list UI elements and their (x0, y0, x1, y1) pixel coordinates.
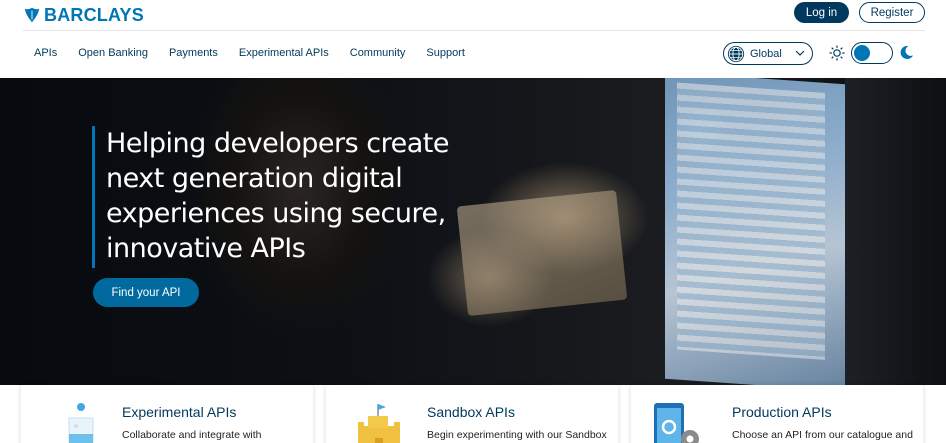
toggle-knob (854, 45, 870, 61)
hero-photo-background (845, 78, 946, 385)
sandcastle-icon (358, 404, 400, 443)
hero-title: Helping developers create next generatio… (106, 128, 449, 264)
moon-icon (900, 45, 914, 59)
eagle-icon (24, 7, 40, 23)
card-experimental-apis[interactable]: Experimental APIs Collaborate and integr… (21, 385, 313, 443)
nav-item-payments[interactable]: Payments (169, 47, 218, 59)
site-header: BARCLAYS Log in Register APIs Open Banki… (0, 0, 946, 78)
hero-banner: Helping developers create next generatio… (0, 78, 946, 385)
nav-item-support[interactable]: Support (426, 47, 465, 59)
hero-photo-monitor (665, 78, 845, 385)
barclays-logo[interactable]: BARCLAYS (23, 5, 144, 25)
lab-flask-icon (68, 403, 94, 443)
card-description: Begin experimenting with our Sandbox (427, 429, 607, 441)
header-divider (23, 30, 925, 31)
card-production-apis[interactable]: Production APIs Choose an API from our c… (631, 385, 923, 443)
card-title: Experimental APIs (122, 404, 237, 420)
theme-toggle[interactable] (851, 42, 893, 64)
card-title: Production APIs (732, 404, 832, 420)
nav-item-apis[interactable]: APIs (34, 47, 57, 59)
main-nav: APIs Open Banking Payments Experimental … (34, 47, 486, 59)
brand-name: BARCLAYS (44, 4, 144, 25)
hero-photo-lamp (456, 189, 628, 317)
region-select[interactable]: Global (723, 42, 813, 65)
sun-icon (829, 45, 845, 61)
find-your-api-button[interactable]: Find your API (93, 278, 199, 307)
register-button[interactable]: Register (859, 2, 925, 23)
card-sandbox-apis[interactable]: Sandbox APIs Begin experimenting with ou… (326, 385, 618, 443)
hero-photo-screen (677, 82, 825, 360)
login-button[interactable]: Log in (794, 2, 849, 23)
region-selected-value: Global (750, 47, 782, 60)
phone-gear-icon (654, 403, 699, 443)
nav-item-community[interactable]: Community (350, 47, 406, 59)
card-description: Collaborate and integrate with (122, 429, 262, 441)
nav-item-open-banking[interactable]: Open Banking (78, 47, 148, 59)
card-description: Choose an API from our catalogue and (732, 429, 913, 441)
chevron-down-icon (795, 50, 805, 56)
hero-accent-bar (92, 126, 95, 268)
globe-icon (727, 45, 745, 62)
card-title: Sandbox APIs (427, 404, 515, 420)
nav-item-experimental-apis[interactable]: Experimental APIs (239, 47, 329, 59)
